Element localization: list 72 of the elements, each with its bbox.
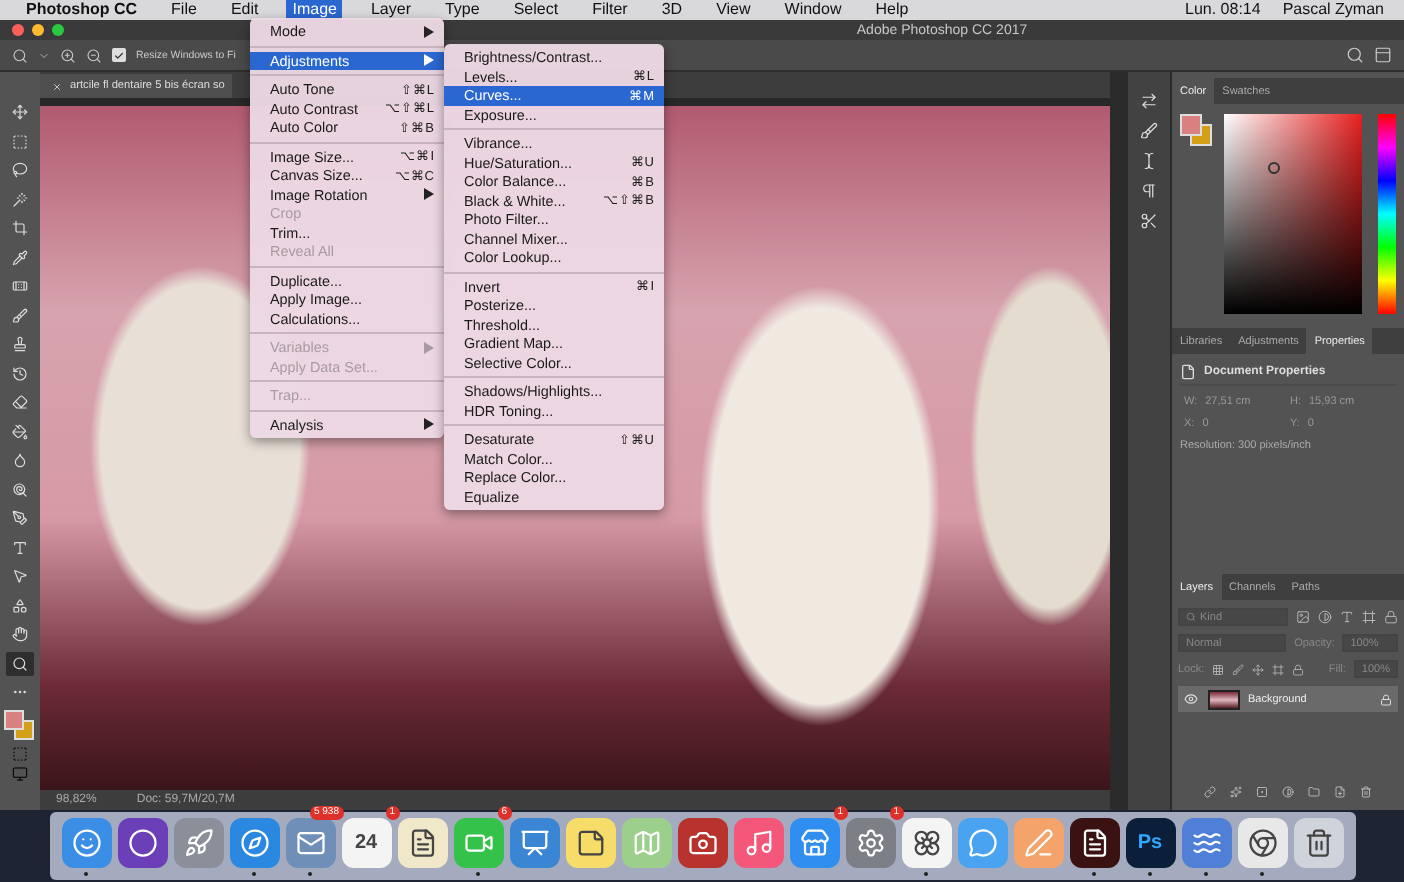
folder-icon[interactable] — [1308, 786, 1320, 798]
menu-bar-item[interactable]: Layer — [364, 0, 417, 20]
menu-bar-item[interactable]: Window — [778, 0, 848, 20]
compass-app-icon[interactable] — [229, 817, 279, 867]
grid-icon[interactable] — [1212, 663, 1225, 675]
smiley-app-icon[interactable] — [61, 817, 111, 867]
close-button[interactable] — [12, 24, 24, 36]
screen-mode-icon[interactable] — [12, 765, 28, 781]
paragraph-icon[interactable] — [1140, 182, 1158, 200]
brush-icon[interactable] — [1140, 122, 1158, 140]
move-icon[interactable] — [1252, 663, 1265, 675]
trash-icon[interactable] — [1360, 786, 1372, 798]
calendar-app-icon[interactable]: 24 — [341, 817, 391, 867]
color-swatches-icon[interactable] — [4, 709, 36, 741]
layer-thumbnail — [1208, 689, 1240, 709]
frame-icon[interactable] — [1272, 663, 1285, 675]
menu-bar-item[interactable]: Help — [869, 0, 915, 20]
notepad-app-icon[interactable] — [565, 817, 615, 867]
music-app-icon[interactable] — [733, 817, 783, 867]
menu-bar-item[interactable]: Type — [438, 0, 486, 20]
shape-icon[interactable] — [1362, 610, 1376, 624]
camera-app-icon[interactable] — [677, 817, 727, 867]
zoom-icon[interactable] — [12, 47, 28, 63]
color-field[interactable] — [1223, 114, 1363, 314]
menu-bar-item[interactable]: View — [710, 0, 757, 20]
search-icon — [1186, 612, 1196, 622]
user-name[interactable]: Pascal Zyman — [1282, 0, 1384, 20]
zoom-out-icon[interactable] — [86, 47, 102, 63]
scissors-icon[interactable] — [1140, 212, 1158, 230]
presentation-app-icon[interactable] — [509, 817, 559, 867]
menu-bar-item[interactable]: File — [165, 0, 203, 20]
rocket-app-icon[interactable] — [173, 817, 223, 867]
link-icon[interactable] — [1204, 786, 1216, 798]
menu-bar-item[interactable]: Select — [507, 0, 565, 20]
adjustment-icon[interactable] — [1282, 786, 1294, 798]
color-swatches-icon[interactable] — [1180, 114, 1212, 146]
zoom-in-icon[interactable] — [60, 47, 76, 63]
lock-icon[interactable] — [1292, 663, 1305, 675]
clock: Lun. 08:14 — [1185, 0, 1261, 20]
wave-app-icon[interactable] — [1181, 817, 1231, 867]
orb-app-icon[interactable] — [117, 817, 167, 867]
new-layer-icon[interactable] — [1334, 786, 1346, 798]
mail-app-icon[interactable] — [285, 817, 335, 867]
workspace-icon[interactable] — [1374, 46, 1392, 64]
image-icon[interactable] — [1296, 610, 1310, 624]
browser-app-icon[interactable] — [1237, 817, 1287, 867]
settings-app-icon[interactable] — [845, 817, 895, 867]
type-icon[interactable] — [1340, 610, 1354, 624]
menu-bar-item[interactable]: Filter — [586, 0, 634, 20]
flower-app-icon[interactable] — [901, 817, 951, 867]
menu-bar-item[interactable]: Image — [286, 0, 343, 20]
trash-icon[interactable] — [1293, 817, 1343, 867]
document-icon — [1180, 364, 1196, 380]
menu-bar-item[interactable]: 3D — [655, 0, 689, 20]
menu-bar-item[interactable]: Edit — [224, 0, 265, 20]
pdf-app-icon[interactable] — [1069, 817, 1119, 867]
zoom-button[interactable] — [52, 24, 64, 36]
mask-icon[interactable] — [1256, 786, 1268, 798]
picker-ring-icon[interactable] — [1267, 162, 1280, 174]
eye-icon[interactable] — [1184, 692, 1198, 706]
search-icon[interactable] — [1346, 46, 1364, 64]
document-app-icon[interactable] — [397, 817, 447, 867]
minimize-button[interactable] — [32, 24, 44, 36]
character-icon[interactable] — [1140, 152, 1158, 170]
zoom-icon[interactable] — [6, 651, 34, 676]
checkbox[interactable] — [112, 48, 126, 62]
app-icon[interactable]: Ps — [1125, 817, 1175, 867]
effects-icon[interactable] — [1230, 786, 1242, 798]
store-app-icon[interactable] — [789, 817, 839, 867]
adjustment-icon[interactable] — [1318, 610, 1332, 624]
menu-bar-item[interactable]: Photoshop CC — [20, 0, 144, 20]
lock-icon[interactable] — [1384, 610, 1398, 624]
